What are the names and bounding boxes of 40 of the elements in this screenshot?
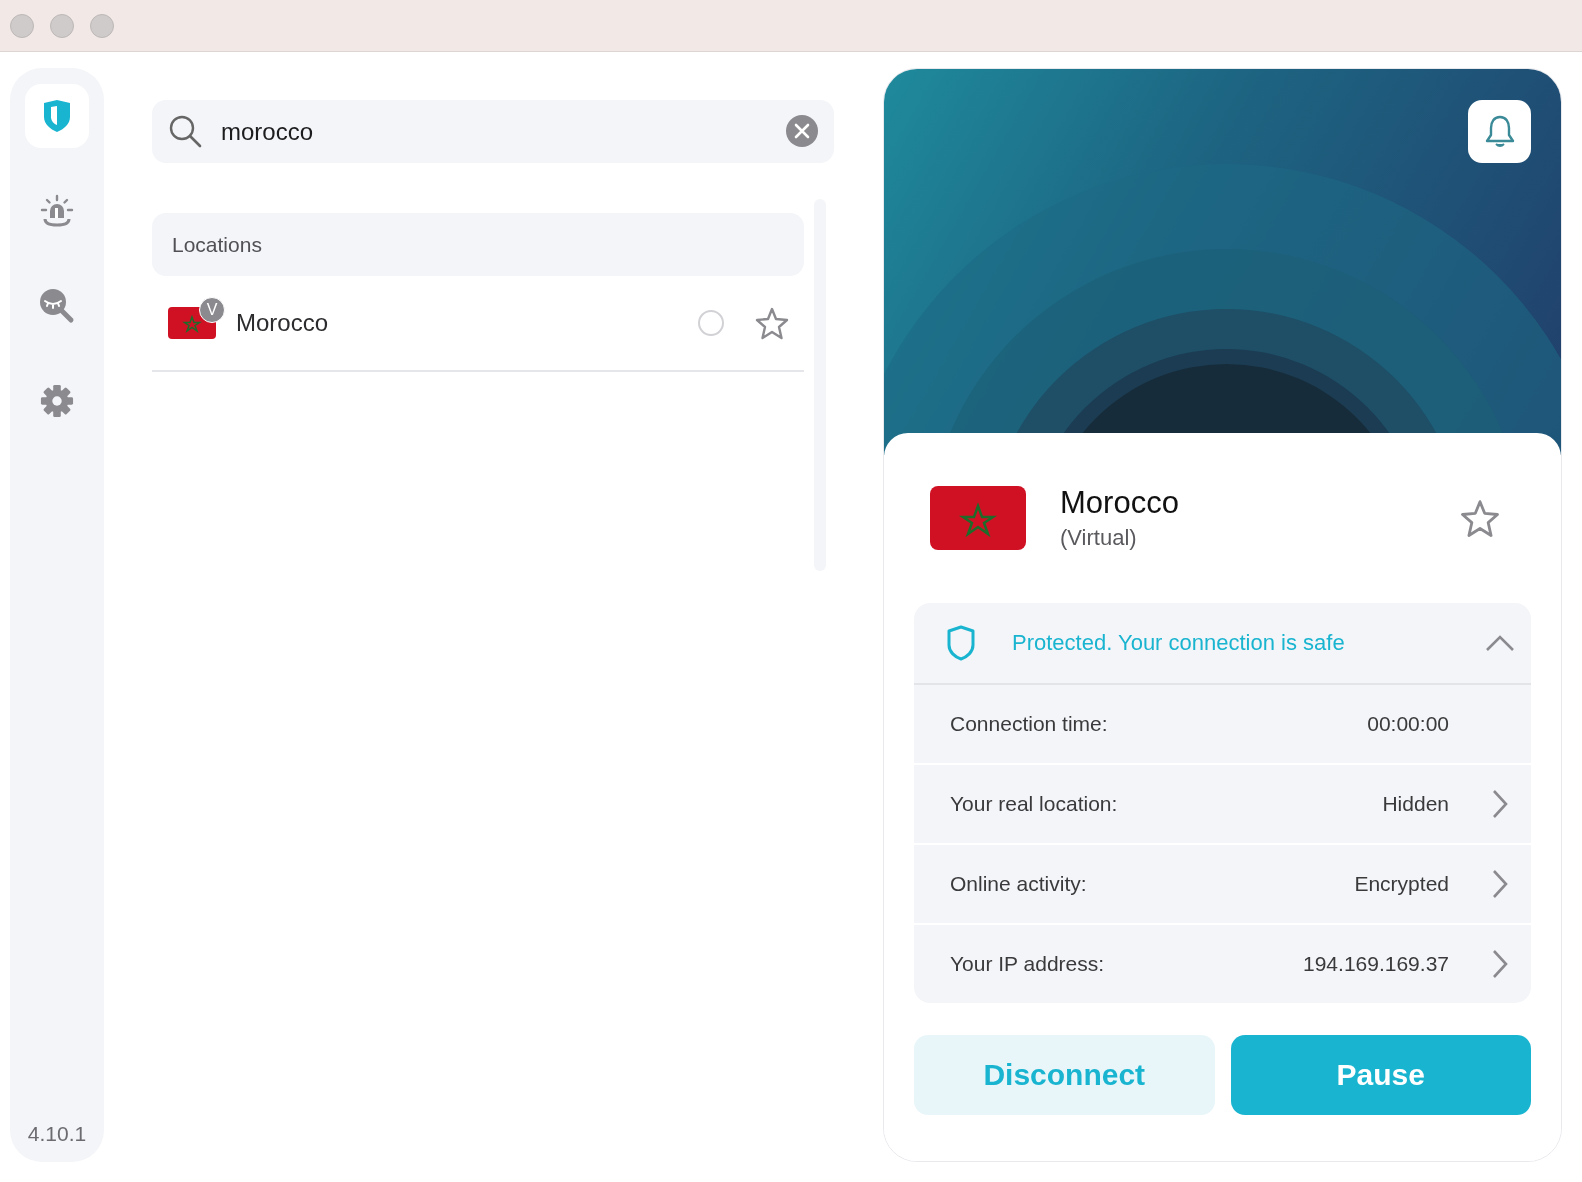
shield-icon — [946, 625, 976, 661]
close-window-button[interactable] — [10, 13, 34, 38]
alarm-light-icon — [40, 194, 74, 228]
status-text: Protected. Your connection is safe — [1012, 630, 1346, 656]
chevron-right-icon[interactable] — [1491, 949, 1509, 979]
detail-label: Your IP address: — [950, 952, 1106, 976]
location-name: Morocco — [236, 309, 330, 337]
location-type: (Virtual) — [1060, 525, 1138, 551]
virtual-badge: V — [199, 297, 225, 323]
chevron-up-icon[interactable] — [1485, 634, 1515, 652]
detail-label: Online activity: — [950, 872, 1088, 896]
nav-button[interactable] — [25, 84, 89, 148]
chevron-right-icon[interactable] — [1491, 789, 1509, 819]
clear-icon[interactable] — [786, 115, 818, 147]
minimize-window-button[interactable] — [50, 13, 74, 38]
favorite-star-icon[interactable] — [1459, 497, 1501, 539]
section-header: Locations — [152, 213, 804, 276]
pause-button[interactable]: Pause — [1230, 1035, 1531, 1115]
radio-button[interactable] — [698, 310, 724, 336]
chevron-right-icon[interactable] — [1491, 869, 1509, 899]
detail-value: 194.169.169.37 — [1303, 952, 1449, 976]
detail-label: Connection time: — [950, 712, 1109, 736]
settings-icon — [40, 384, 74, 418]
favorite-star-icon[interactable] — [754, 305, 790, 341]
bell-icon — [1483, 113, 1516, 150]
zoom-window-button[interactable] — [90, 13, 114, 38]
detail-value: 00:00:00 — [1367, 712, 1449, 736]
detail-value: Encrypted — [1354, 872, 1449, 896]
version-label: 4.10.1 — [27, 1122, 87, 1146]
shield-icon — [42, 99, 72, 133]
status-header[interactable]: Protected. Your connection is safe — [914, 603, 1531, 685]
location-row[interactable]: V Morocco — [152, 276, 804, 372]
detail-value: Hidden — [1382, 792, 1449, 816]
flag-icon — [930, 486, 1026, 550]
eye-magnifier-icon — [39, 288, 75, 324]
notifications-button[interactable] — [1468, 100, 1531, 163]
location-name: Morocco — [1060, 485, 1180, 521]
disconnect-button[interactable]: Disconnect — [914, 1035, 1215, 1115]
search-field[interactable]: morocco — [152, 100, 834, 163]
detail-label: Your real location: — [950, 792, 1119, 816]
